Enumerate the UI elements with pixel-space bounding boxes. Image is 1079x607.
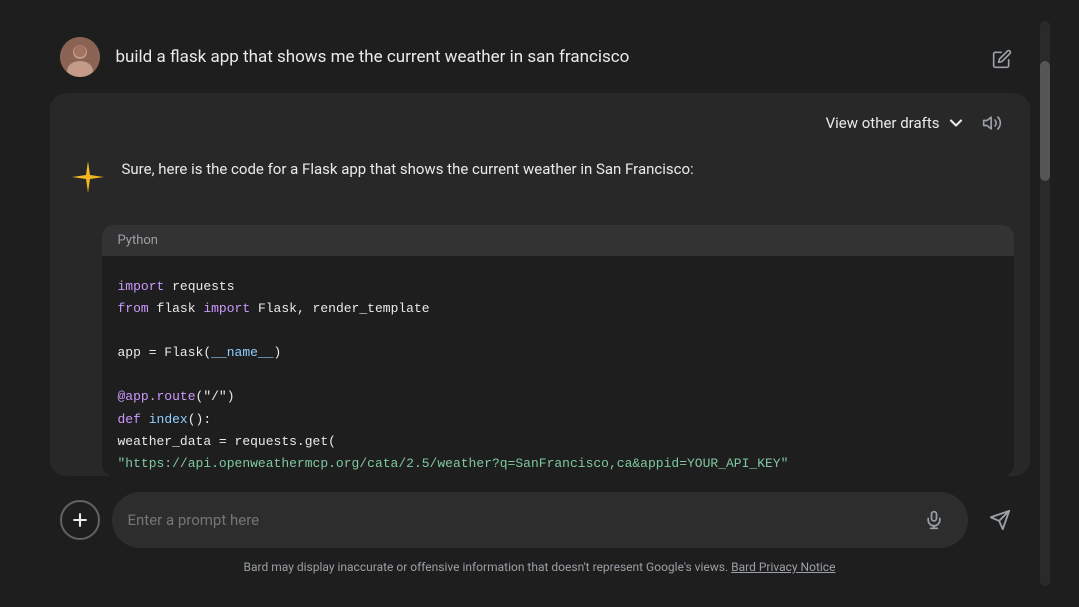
send-button[interactable]	[980, 500, 1020, 540]
speaker-button[interactable]	[974, 105, 1010, 141]
prompt-input[interactable]	[128, 511, 908, 529]
user-message: build a flask app that shows me the curr…	[116, 37, 968, 71]
mic-icon	[924, 510, 944, 530]
microphone-button[interactable]	[916, 502, 952, 538]
avatar	[60, 37, 100, 77]
disclaimer-text: Bard may display inaccurate or offensive…	[244, 560, 729, 574]
disclaimer: Bard may display inaccurate or offensive…	[30, 556, 1050, 586]
ai-message-body: Sure, here is the code for a Flask app t…	[50, 153, 1030, 211]
privacy-notice-link[interactable]: Bard Privacy Notice	[731, 560, 835, 574]
ai-response-card: View other drafts	[50, 93, 1030, 476]
chat-window: build a flask app that shows me the curr…	[30, 21, 1050, 586]
code-language-label: Python	[118, 233, 158, 248]
user-message-row: build a flask app that shows me the curr…	[30, 21, 1050, 93]
send-icon	[989, 509, 1011, 531]
code-block-header: Python	[102, 225, 1014, 256]
code-content: import requests from flask import Flask,…	[102, 256, 1014, 476]
view-drafts-label: View other drafts	[826, 114, 940, 132]
speaker-icon	[982, 113, 1002, 133]
scrollbar-thumb[interactable]	[1040, 61, 1050, 181]
chevron-down-icon	[946, 113, 966, 133]
input-area	[30, 476, 1050, 556]
edit-button[interactable]	[984, 41, 1020, 77]
plus-icon	[70, 510, 90, 530]
scrollbar-track[interactable]	[1040, 21, 1050, 586]
ai-response-text: Sure, here is the code for a Flask app t…	[122, 157, 1010, 181]
gemini-icon	[70, 159, 106, 195]
prompt-input-wrapper	[112, 492, 968, 548]
code-block: Python import requests from flask import…	[102, 225, 1014, 476]
view-drafts-button[interactable]: View other drafts	[826, 113, 966, 133]
app-container: build a flask app that shows me the curr…	[0, 0, 1079, 607]
drafts-bar: View other drafts	[50, 93, 1030, 153]
add-button[interactable]	[60, 500, 100, 540]
